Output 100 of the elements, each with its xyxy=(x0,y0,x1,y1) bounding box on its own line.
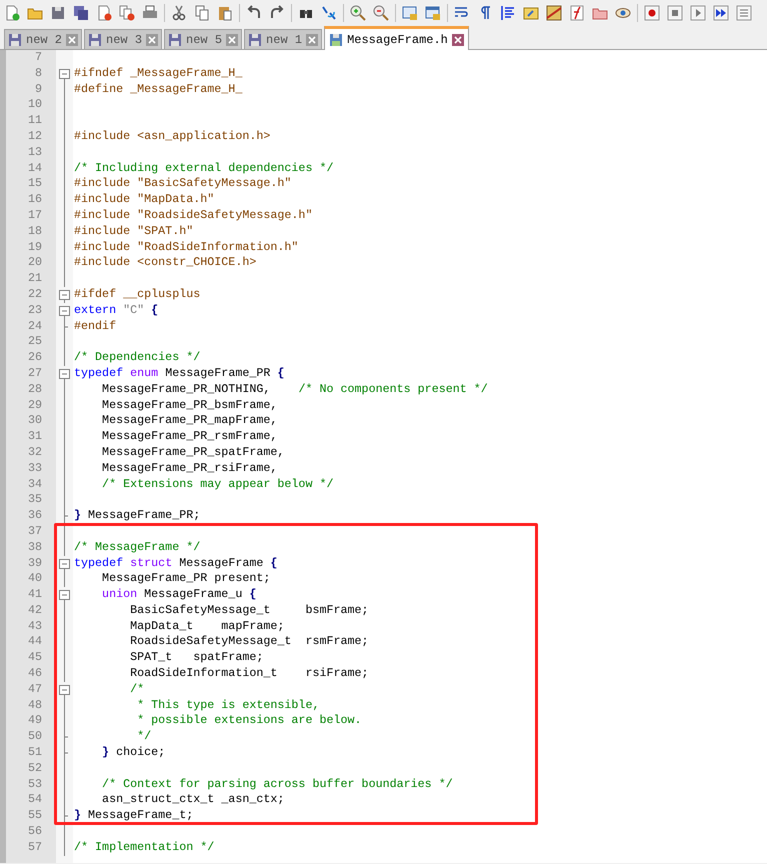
zoom-out-icon[interactable] xyxy=(372,4,390,22)
line-number: 29 xyxy=(28,398,42,414)
line-number: 24 xyxy=(28,318,42,334)
code-line: #include "RoadsideSafetyMessage.h" xyxy=(74,208,312,224)
code-line: /* Including external dependencies */ xyxy=(74,160,334,176)
line-number: 10 xyxy=(28,97,42,114)
code-line: MapData_t mapFrame; xyxy=(129,618,284,634)
line-number: 42 xyxy=(28,602,42,619)
line-number: 51 xyxy=(28,745,42,761)
code-line: typedef enum MessageFrame_PR { xyxy=(74,366,284,382)
line-number: 55 xyxy=(28,808,42,824)
code-line: /* xyxy=(129,682,144,698)
code-line: RoadsideSafetyMessage_t rsmFrame; xyxy=(129,634,369,650)
copy-icon[interactable] xyxy=(193,4,211,22)
close-all-icon[interactable] xyxy=(118,4,136,22)
code-line: asn_struct_ctx_t _asn_ctx; xyxy=(101,792,284,808)
play-icon[interactable] xyxy=(689,4,707,22)
line-number: 44 xyxy=(28,634,42,650)
list-icon[interactable] xyxy=(735,4,753,22)
line-number: 19 xyxy=(28,240,42,256)
fold-toggle-icon[interactable] xyxy=(59,587,70,604)
code-line: #include <asn_application.h> xyxy=(74,128,270,145)
line-number: 15 xyxy=(28,176,42,192)
close-icon[interactable] xyxy=(452,34,464,46)
scissors-icon[interactable] xyxy=(170,4,188,22)
window-lock-icon[interactable] xyxy=(424,4,442,22)
line-number: 17 xyxy=(28,208,42,224)
line-number: 16 xyxy=(28,192,42,208)
close-icon[interactable] xyxy=(66,34,78,46)
paste-icon[interactable] xyxy=(216,4,234,22)
line-number: 26 xyxy=(28,350,42,366)
line-number: 25 xyxy=(28,334,42,350)
close-icon[interactable] xyxy=(146,34,158,46)
code-line: typedef struct MessageFrame { xyxy=(74,556,278,572)
line-number: 7 xyxy=(34,50,42,66)
line-number: 37 xyxy=(28,524,42,540)
code-line: /* Context for parsing across buffer boundaries */ xyxy=(101,776,453,792)
line-number: 52 xyxy=(28,760,42,777)
code-line: #ifdef __cplusplus xyxy=(74,286,200,303)
file-tab[interactable]: MessageFrame.h xyxy=(324,26,469,50)
line-number: 18 xyxy=(28,224,42,240)
fast-forward-icon[interactable] xyxy=(712,4,730,22)
function-icon[interactable] xyxy=(568,4,586,22)
code-line: /* Dependencies */ xyxy=(74,350,200,366)
code-line: MessageFrame_PR_spatFrame, xyxy=(101,444,284,461)
code-line: #define _MessageFrame_H_ xyxy=(74,82,242,98)
code-line: union MessageFrame_u { xyxy=(101,587,256,603)
code-line: BasicSafetyMessage_t bsmFrame; xyxy=(129,602,369,619)
window-lock-icon[interactable] xyxy=(401,4,419,22)
line-number: 13 xyxy=(28,144,42,161)
line-number: 9 xyxy=(34,82,42,98)
line-number: 30 xyxy=(28,413,42,430)
file-tab[interactable]: new 5 xyxy=(164,29,242,49)
line-number: 34 xyxy=(28,476,42,492)
code-line: RoadSideInformation_t rsiFrame; xyxy=(129,666,369,682)
line-number: 46 xyxy=(28,666,42,682)
replace-icon[interactable] xyxy=(320,4,338,22)
file-tab[interactable]: new 1 xyxy=(244,29,322,49)
line-number: 35 xyxy=(28,492,42,508)
code-line: } choice; xyxy=(101,745,166,761)
file-tab[interactable]: new 2 xyxy=(4,29,82,49)
code-line: * This type is extensible, xyxy=(136,698,320,714)
code-line: */ xyxy=(136,729,152,746)
save-all-icon[interactable] xyxy=(72,4,90,22)
line-number: 27 xyxy=(28,366,42,382)
line-number: 12 xyxy=(28,128,42,145)
line-number: 45 xyxy=(28,650,42,666)
stop-icon[interactable] xyxy=(666,4,684,22)
line-number: 50 xyxy=(28,729,42,746)
indent-guide-icon[interactable] xyxy=(499,4,517,22)
code-line: /* MessageFrame */ xyxy=(74,540,200,556)
record-icon[interactable] xyxy=(643,4,661,22)
line-number: 28 xyxy=(28,382,42,398)
close-icon[interactable] xyxy=(306,34,318,46)
save-icon xyxy=(88,32,102,46)
code-line: #endif xyxy=(74,318,116,334)
code-line: * possible extensions are below. xyxy=(136,713,362,730)
line-number: 47 xyxy=(28,682,42,698)
save-icon[interactable] xyxy=(49,4,67,22)
code-line: MessageFrame_PR_bsmFrame, xyxy=(101,398,278,414)
code-line: #include "BasicSafetyMessage.h" xyxy=(74,176,292,192)
file-tab[interactable]: new 3 xyxy=(84,29,162,49)
code-line: MessageFrame_PR_rsiFrame, xyxy=(101,460,278,477)
line-number: 39 xyxy=(28,556,42,572)
close-icon[interactable] xyxy=(226,34,238,46)
line-number: 40 xyxy=(28,571,42,588)
zoom-in-icon[interactable] xyxy=(349,4,367,22)
line-number: 57 xyxy=(28,840,42,856)
code-line: /* Extensions may appear below */ xyxy=(101,476,334,492)
code-line: /* Implementation */ xyxy=(74,840,214,856)
save-icon xyxy=(8,32,22,46)
line-number: 31 xyxy=(28,429,42,445)
line-number: 20 xyxy=(28,255,42,272)
code-line: #include <constr_CHOICE.h> xyxy=(74,255,256,272)
line-number: 33 xyxy=(28,460,42,477)
line-number: 41 xyxy=(28,587,42,603)
line-number: 38 xyxy=(28,540,42,556)
code-line: extern "C" { xyxy=(74,302,158,319)
line-number: 49 xyxy=(28,713,42,730)
save-icon xyxy=(329,32,344,46)
